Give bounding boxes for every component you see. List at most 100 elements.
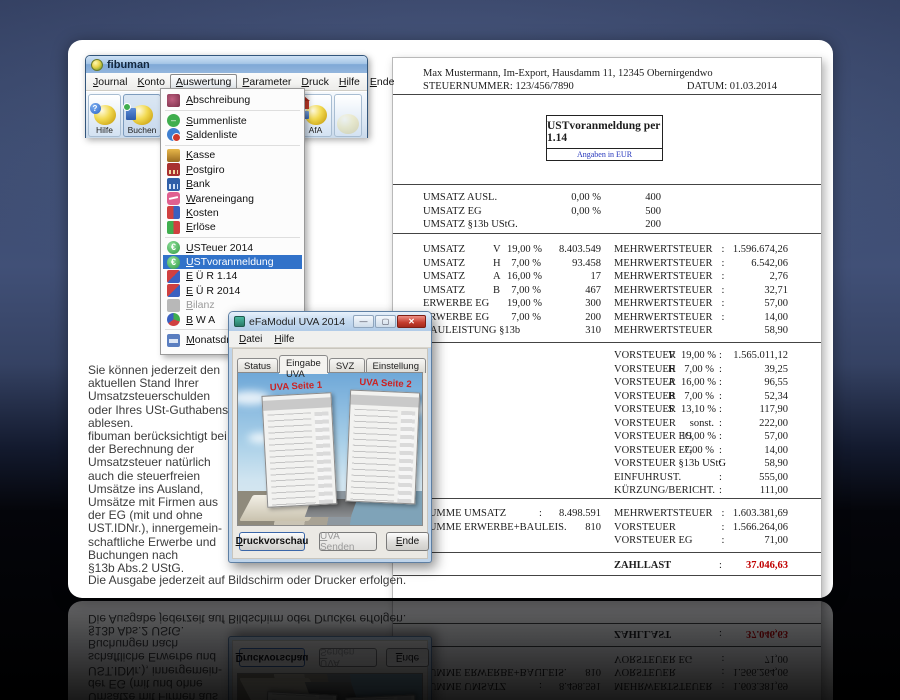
dialog-menubar: Datei Hilfe (229, 331, 431, 348)
uva-tab-page: UVA Seite 1 UVA Seite 2 (237, 372, 423, 526)
tab-einstellung[interactable]: Einstellung (365, 358, 426, 373)
report-row: BAULEISTUNG §13b 310 MEHRWERTSTEUER 58,90 (423, 325, 788, 336)
menu-separator (165, 237, 300, 239)
report-row: UMSATZ V 19,00 % 8.403.549 MEHRWERTSTEUER:1.… (423, 244, 788, 255)
uva-page1-caption: UVA Seite 1 (269, 379, 323, 394)
bank-icon (167, 177, 180, 191)
uva-page2-caption: UVA Seite 2 (359, 376, 412, 391)
menu-journal[interactable]: Journal (88, 75, 132, 89)
menu-hilfe[interactable]: Hilfe (334, 75, 365, 89)
report-row: UMSATZ A 16,00 % 17 MEHRWERTSTEUER:2,76 (423, 271, 788, 282)
report-row: UMSATZ AUSL. 0,00 % 400 (423, 192, 661, 203)
menu-item-saldenliste[interactable]: Saldenliste (163, 128, 302, 143)
postgiro-icon (167, 163, 180, 177)
zahllast-value: 37.046,63 (746, 560, 788, 571)
dialog-title-text: eFaModul UVA 2014 (249, 315, 346, 328)
uva-page2-thumbnail[interactable]: UVA Seite 2 (345, 376, 421, 505)
zahllast-label: ZAHLLAST (614, 560, 672, 571)
uva-page2-preview (345, 389, 421, 505)
toolbar-buchen-button[interactable]: Buchen (123, 93, 161, 137)
report-section-vorsteuer: VORSTEUER V 19,00 %:1.565.011,12 VORSTEUER… (614, 350, 788, 496)
report-subtitle-box: Angaben in EUR (546, 149, 663, 161)
dialog-titlebar[interactable]: eFaModul UVA 2014 — ▢ ✕ (229, 312, 431, 331)
ustvoranmeldung-icon (167, 255, 180, 269)
saldenliste-icon (167, 128, 181, 143)
druckvorschau-button[interactable]: Druckvorschau (236, 532, 308, 551)
menu-item-euer-2014[interactable]: E Ü R 2014 (163, 284, 302, 298)
menu-item-postgiro[interactable]: Postgiro (163, 163, 302, 177)
bwa-icon (167, 313, 180, 327)
tab-status[interactable]: Status (237, 358, 278, 373)
buchen-icon (123, 102, 153, 125)
efamodul-dialog: eFaModul UVA 2014 — ▢ ✕ Datei Hilfe Stat… (228, 311, 432, 563)
menu-item-euer-114[interactable]: E Ü R 1.14 (163, 269, 302, 283)
tab-svz-und-dfv[interactable]: SVZ und DFV (328, 358, 365, 394)
menu-separator (165, 144, 300, 146)
report-sender-line: Max Mustermann, Im-Export, Hausdamm 11, … (423, 68, 713, 79)
report-rule (393, 342, 821, 343)
kasse-icon (167, 148, 180, 162)
menu-item-summenliste[interactable]: Summenliste (163, 113, 302, 128)
menu-item-erloese[interactable]: Erlöse (163, 220, 302, 234)
dialog-menu-hilfe[interactable]: Hilfe (268, 334, 300, 345)
kosten-icon (167, 206, 180, 220)
report-section-summary: SUMME UMSATZ:8.498.591 MEHRWERTSTEUER:1.6… (423, 508, 788, 546)
report-row: ERWERBE EG 19,00 % 300 MEHRWERTSTEUER:57,00 (423, 298, 788, 309)
usteuer-icon (167, 241, 180, 255)
content-card: Max Mustermann, Im-Export, Hausdamm 11, … (68, 40, 833, 598)
report-row: UMSATZ EG 0,00 % 500 (423, 205, 661, 217)
fibuman-title-text: fibuman (107, 58, 150, 71)
report-section-umsatz: UMSATZ V 19,00 % 8.403.549 MEHRWERTSTEUER:1.… (423, 243, 789, 338)
maximize-button[interactable]: ▢ (375, 315, 396, 328)
uva-page1-thumbnail[interactable]: UVA Seite 1 (261, 379, 338, 508)
menu-parameter[interactable]: Parameter (237, 75, 296, 89)
menu-item-usteuer-2014[interactable]: USTeuer 2014 (163, 241, 302, 255)
menu-item-kasse[interactable]: Kasse (163, 148, 302, 162)
report-zahllast-row: ZAHLLAST:37.046,63 (614, 560, 788, 571)
report-rule (393, 498, 821, 499)
uva-senden-button: UVA Senden (319, 531, 377, 553)
dialog-tabs: Status Eingabe UVA SVZ und DFV Einstellu… (237, 355, 427, 394)
euer-icon (167, 269, 180, 283)
erloese-icon (167, 220, 180, 234)
report-row: UMSATZ B 7,00 % 467 MEHRWERTSTEUER:32,71 (423, 284, 788, 296)
menu-item-ustvoranmeldung[interactable]: USTvoranmeldung (163, 254, 302, 270)
report-date: DATUM: 01.03.2014 (686, 81, 777, 92)
tab-eingabe-uva[interactable]: Eingabe UVA (278, 355, 328, 380)
fibuman-titlebar[interactable]: fibuman (86, 56, 367, 73)
report-rule (393, 552, 821, 553)
fibuman-app-icon (91, 58, 103, 71)
menu-item-abschreibung[interactable]: Abschreibung (163, 93, 302, 107)
close-button[interactable]: ✕ (397, 315, 426, 328)
report-rule (393, 184, 821, 185)
ende-button[interactable]: Ende (386, 532, 429, 551)
dialog-app-icon (234, 316, 245, 327)
report-rule (393, 233, 821, 234)
report-row: ERWERBE EG 7,00 % 200 MEHRWERTSTEUER:14,00 (423, 311, 788, 323)
menu-item-bank[interactable]: Bank (163, 177, 302, 191)
ust-report-page: Max Mustermann, Im-Export, Hausdamm 11, … (392, 57, 822, 598)
menu-separator (165, 109, 300, 111)
summenliste-icon (167, 114, 180, 128)
report-rule (393, 94, 821, 95)
report-section-umsatz-frei: UMSATZ AUSL. 0,00 % 400 UMSATZ EG 0,00 %… (423, 191, 789, 232)
menu-ende[interactable]: Ende (365, 75, 400, 89)
dialog-menu-datei[interactable]: Datei (233, 334, 268, 345)
toolbar-hilfe-button[interactable]: ? Hilfe (88, 93, 121, 137)
monatsdruck-icon (167, 333, 180, 347)
bottom-caption: Die Ausgabe jederzeit auf Bildschirm ode… (88, 573, 407, 587)
menu-item-kosten[interactable]: Kosten (163, 206, 302, 220)
uva-page1-preview (261, 392, 338, 508)
minimize-button[interactable]: — (353, 315, 374, 328)
dialog-button-row: Druckvorschau UVA Senden Ende (233, 531, 429, 553)
menu-item-wareneingang[interactable]: Wareneingang (163, 191, 302, 206)
menu-druck[interactable]: Druck (296, 75, 333, 89)
euer-icon (167, 284, 180, 298)
report-row: UMSATZ H 7,00 % 93.458 MEHRWERTSTEUER:6.542,… (423, 257, 788, 269)
wareneingang-icon (167, 192, 180, 206)
menu-konto[interactable]: Konto (132, 75, 169, 89)
toolbar-cutoff-button[interactable] (334, 93, 362, 137)
report-title-box: USTvoranmeldung per 1.14 (546, 115, 663, 149)
bilanz-icon (167, 298, 180, 312)
report-tax-number: STEUERNUMMER: 123/456/7890 (423, 81, 574, 92)
